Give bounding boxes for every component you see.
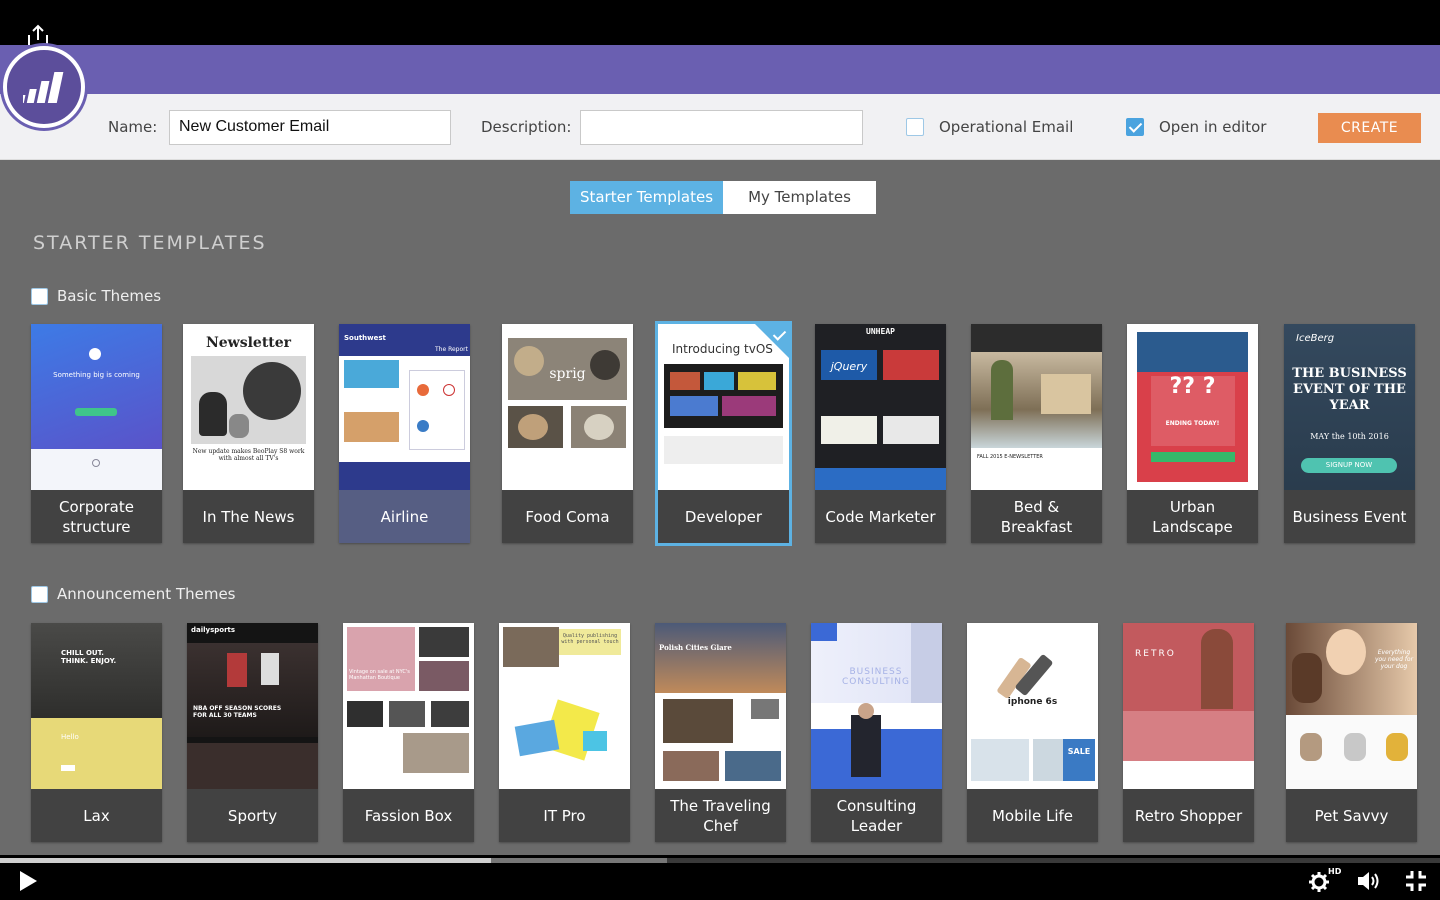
template-card-corporate[interactable]: Something big is coming Corporate struct… bbox=[31, 324, 162, 543]
template-card-developer[interactable]: Introducing tvOS Developer bbox=[655, 321, 792, 546]
template-thumbnail: BUSINESS CONSULTING bbox=[811, 623, 942, 789]
template-thumbnail: sprig bbox=[502, 324, 633, 490]
tab-my-templates[interactable]: My Templates bbox=[723, 181, 876, 214]
template-thumbnail: RETRO bbox=[1123, 623, 1254, 789]
basic-themes-label: Basic Themes bbox=[57, 287, 162, 305]
create-button[interactable]: CREATE bbox=[1318, 113, 1421, 143]
template-caption: Food Coma bbox=[502, 490, 633, 543]
volume-icon[interactable] bbox=[1356, 870, 1380, 896]
template-card-it-pro[interactable]: Quality publishing with personal touch I… bbox=[499, 623, 630, 842]
template-card-urban-landscape[interactable]: ?? ? ENDING TODAY! Urban Landscape bbox=[1127, 324, 1258, 543]
tab-starter-templates[interactable]: Starter Templates bbox=[570, 181, 723, 214]
name-input[interactable]: New Customer Email bbox=[169, 110, 451, 145]
video-progress-bar[interactable] bbox=[0, 858, 492, 863]
operational-email-checkbox[interactable] bbox=[906, 118, 924, 136]
basic-themes-header[interactable]: Basic Themes bbox=[31, 286, 161, 306]
template-thumbnail: CHILL OUT. THINK. ENJOY. Hello bbox=[31, 623, 162, 789]
template-card-food-coma[interactable]: sprig Food Coma bbox=[502, 324, 633, 543]
template-card-traveling-chef[interactable]: Polish Cities Glare The Traveling Chef bbox=[655, 623, 786, 842]
template-thumbnail: Vintage on sale at NYC's Manhattan Bouti… bbox=[343, 623, 474, 789]
template-caption: Consulting Leader bbox=[811, 789, 942, 842]
template-thumbnail: Something big is coming bbox=[31, 324, 162, 490]
template-card-business-event[interactable]: IceBerg THE BUSINESS EVENT OF THE YEAR M… bbox=[1284, 324, 1415, 543]
template-caption: In The News bbox=[183, 490, 314, 543]
template-caption: Business Event bbox=[1284, 490, 1415, 543]
template-card-lax[interactable]: CHILL OUT. THINK. ENJOY. Hello Lax bbox=[31, 623, 162, 842]
fullscreen-icon[interactable] bbox=[1405, 870, 1427, 896]
template-caption: Developer bbox=[658, 490, 789, 543]
announcement-themes-label: Announcement Themes bbox=[57, 585, 236, 603]
open-in-editor-label: Open in editor bbox=[1159, 118, 1267, 136]
template-caption: The Traveling Chef bbox=[655, 789, 786, 842]
template-gallery: Starter Templates My Templates STARTER T… bbox=[0, 160, 1440, 855]
template-thumbnail: Quality publishing with personal touch bbox=[499, 623, 630, 789]
template-caption: Bed & Breakfast bbox=[971, 490, 1102, 543]
template-caption: Lax bbox=[31, 789, 162, 842]
announcement-themes-header[interactable]: Announcement Themes bbox=[31, 584, 236, 604]
basic-themes-checkbox[interactable] bbox=[31, 287, 48, 305]
template-thumbnail: dailysports NBA OFF SEASON SCORES FOR AL… bbox=[187, 623, 318, 789]
template-caption: Corporate structure bbox=[31, 490, 162, 543]
template-caption: Sporty bbox=[187, 789, 318, 842]
template-card-bed-breakfast[interactable]: FALL 2015 E-NEWSLETTER Bed & Breakfast bbox=[971, 324, 1102, 543]
template-thumbnail: IceBerg THE BUSINESS EVENT OF THE YEAR M… bbox=[1284, 324, 1415, 490]
app-header bbox=[0, 45, 1440, 94]
template-thumbnail: Newsletter New update makes BeoPlay S8 w… bbox=[183, 324, 314, 490]
marketo-logo bbox=[3, 46, 85, 128]
selected-check-icon bbox=[755, 324, 789, 358]
open-in-editor-checkbox[interactable] bbox=[1126, 118, 1144, 136]
template-caption: Pet Savvy bbox=[1286, 789, 1417, 842]
template-card-in-the-news[interactable]: Newsletter New update makes BeoPlay S8 w… bbox=[183, 324, 314, 543]
template-caption: Fassion Box bbox=[343, 789, 474, 842]
template-card-code-marketer[interactable]: UNHEAP jQuery Code Marketer bbox=[815, 324, 946, 543]
template-caption: Urban Landscape bbox=[1127, 490, 1258, 543]
template-card-consulting-leader[interactable]: BUSINESS CONSULTING Consulting Leader bbox=[811, 623, 942, 842]
template-thumbnail: UNHEAP jQuery bbox=[815, 324, 946, 490]
template-thumbnail: Southwest The Report bbox=[339, 324, 470, 490]
template-caption: Retro Shopper bbox=[1123, 789, 1254, 842]
template-card-airline[interactable]: Southwest The Report Airline bbox=[339, 324, 470, 543]
hd-badge: HD bbox=[1328, 867, 1342, 876]
template-thumbnail: FALL 2015 E-NEWSLETTER bbox=[971, 324, 1102, 490]
description-label: Description: bbox=[481, 118, 572, 136]
name-label: Name: bbox=[108, 118, 158, 136]
announcement-themes-checkbox[interactable] bbox=[31, 585, 48, 603]
new-email-form: Name: New Customer Email Description: Op… bbox=[0, 94, 1440, 160]
template-thumbnail: Polish Cities Glare bbox=[655, 623, 786, 789]
template-card-fassion-box[interactable]: Vintage on sale at NYC's Manhattan Bouti… bbox=[343, 623, 474, 842]
template-caption: Airline bbox=[339, 490, 470, 543]
top-bar bbox=[0, 0, 1440, 45]
template-thumbnail: Everything you need for your dog bbox=[1286, 623, 1417, 789]
template-thumbnail: ?? ? ENDING TODAY! bbox=[1127, 324, 1258, 490]
template-caption: IT Pro bbox=[499, 789, 630, 842]
play-icon[interactable] bbox=[20, 871, 37, 891]
template-card-mobile-life[interactable]: iphone 6s SALE Mobile Life bbox=[967, 623, 1098, 842]
description-input[interactable] bbox=[580, 110, 863, 145]
template-card-pet-savvy[interactable]: Everything you need for your dog Pet Sav… bbox=[1286, 623, 1417, 842]
template-card-retro-shopper[interactable]: RETRO Retro Shopper bbox=[1123, 623, 1254, 842]
section-title: STARTER TEMPLATES bbox=[33, 232, 267, 254]
template-tabs: Starter Templates My Templates bbox=[570, 181, 876, 214]
template-caption: Code Marketer bbox=[815, 490, 946, 543]
template-card-sporty[interactable]: dailysports NBA OFF SEASON SCORES FOR AL… bbox=[187, 623, 318, 842]
template-thumbnail: iphone 6s SALE bbox=[967, 623, 1098, 789]
template-caption: Mobile Life bbox=[967, 789, 1098, 842]
operational-email-label: Operational Email bbox=[939, 118, 1074, 136]
